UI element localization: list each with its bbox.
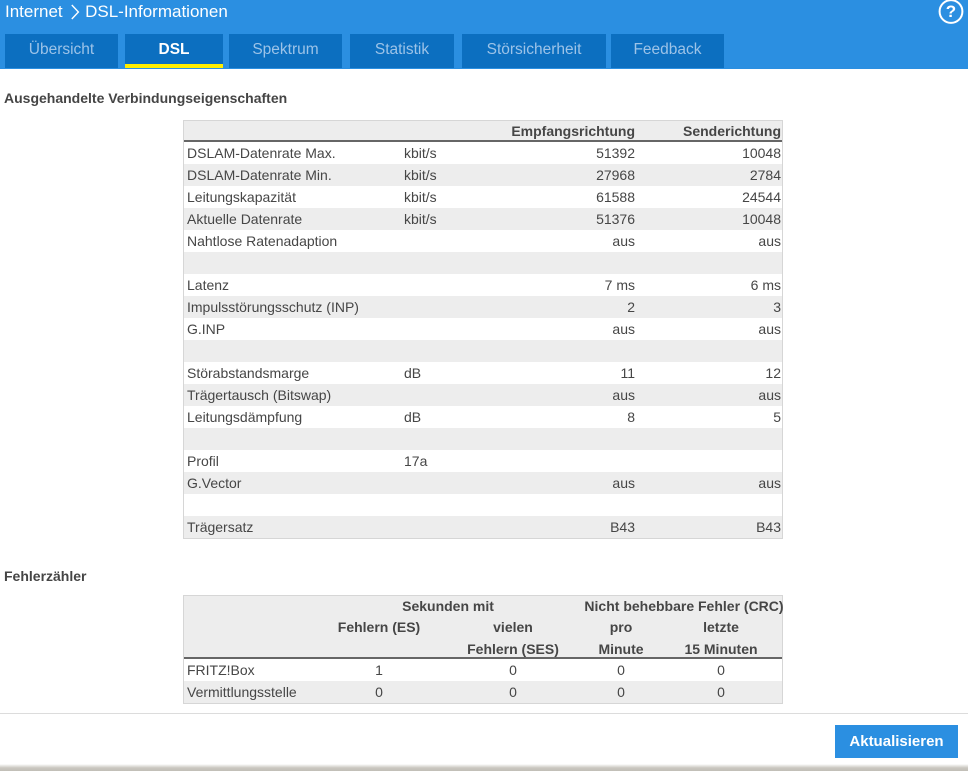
svg-text:?: ? bbox=[946, 2, 956, 21]
